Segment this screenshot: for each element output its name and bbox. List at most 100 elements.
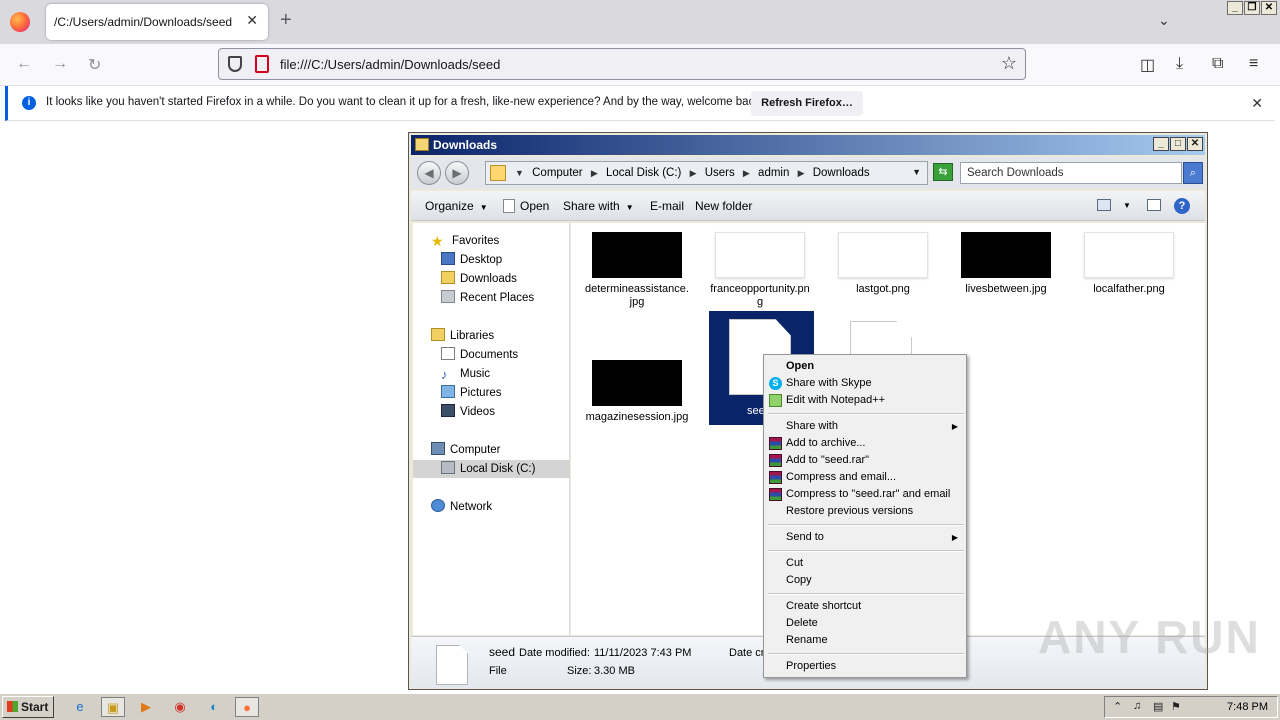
menu-item-open[interactable]: Open [766, 358, 964, 375]
maximize-icon[interactable]: □ [1170, 137, 1186, 151]
nav-network[interactable]: Network [431, 498, 492, 516]
file-thumbnail[interactable] [1084, 232, 1174, 278]
show-hidden-icons-icon[interactable]: ⌃ [1113, 700, 1122, 713]
breadcrumb-separator-icon[interactable]: ▶ [798, 168, 805, 178]
address-dropdown-icon[interactable]: ▼ [912, 167, 921, 177]
forward-icon[interactable]: → [52, 55, 68, 73]
menu-item-share-with[interactable]: Share with ▶ [766, 418, 964, 435]
nav-desktop[interactable]: Desktop [441, 251, 502, 269]
extensions-icon[interactable]: ⧉ [1212, 55, 1223, 73]
tab-close-icon[interactable]: ✕ [246, 12, 258, 29]
file-thumbnail[interactable] [592, 232, 682, 278]
close-window-icon[interactable]: ✕ [1187, 137, 1203, 151]
explorer-taskbar-icon[interactable]: ▣ [101, 697, 125, 717]
internet-explorer-icon[interactable]: e [68, 697, 92, 717]
preview-pane-icon[interactable] [1147, 199, 1161, 211]
menu-item-compress-email[interactable]: Compress and email... [766, 469, 964, 486]
change-view-icon[interactable] [1097, 199, 1111, 211]
file-thumbnail[interactable] [592, 360, 682, 406]
clock[interactable]: 7:48 PM [1227, 701, 1268, 713]
breadcrumb-separator-icon[interactable]: ▼ [515, 168, 524, 178]
breadcrumb-downloads[interactable]: Downloads [813, 167, 870, 179]
start-button[interactable]: Start [2, 696, 54, 718]
nav-libraries[interactable]: Libraries [431, 327, 494, 345]
network-tray-icon[interactable]: ▤ [1153, 700, 1163, 713]
new-folder-button[interactable]: New folder [695, 199, 752, 213]
menu-item-rename[interactable]: Rename [766, 632, 964, 649]
explorer-titlebar[interactable]: Downloads _ □ ✕ [411, 135, 1205, 155]
file-name[interactable]: franceopportunity.png [708, 283, 812, 309]
file-name[interactable]: localfather.png [1077, 283, 1181, 296]
minimize-icon[interactable]: _ [1153, 137, 1169, 151]
menu-item-cut[interactable]: Cut [766, 555, 964, 572]
page-info-icon[interactable] [255, 55, 269, 73]
menu-item-compress-seed-email[interactable]: Compress to "seed.rar" and email [766, 486, 964, 503]
organize-button[interactable]: Organize ▼ [425, 199, 488, 213]
action-center-flag-icon[interactable]: ⚑ [1171, 700, 1181, 713]
downloads-icon[interactable]: ⤓ [1176, 55, 1183, 73]
breadcrumb-local-disk[interactable]: Local Disk (C:) [606, 167, 681, 179]
file-name[interactable]: determineassistance.jpg [585, 283, 689, 309]
search-icon[interactable]: ⌕ [1183, 162, 1203, 184]
file-thumbnail[interactable] [838, 232, 928, 278]
open-button[interactable]: Open [503, 199, 549, 213]
menu-item-delete[interactable]: Delete [766, 615, 964, 632]
menu-item-add-archive[interactable]: Add to archive... [766, 435, 964, 452]
menu-item-restore-versions[interactable]: Restore previous versions [766, 503, 964, 520]
address-bar[interactable]: ▼ Computer ▶ Local Disk (C:) ▶ Users ▶ a… [485, 161, 928, 185]
chrome-icon[interactable]: ◉ [168, 697, 192, 717]
breadcrumb-users[interactable]: Users [705, 167, 735, 179]
refresh-icon[interactable]: ⇆ [933, 163, 953, 181]
help-icon[interactable]: ? [1174, 198, 1190, 214]
nav-videos[interactable]: Videos [441, 403, 495, 421]
volume-icon[interactable]: ♫ [1133, 700, 1141, 712]
list-all-tabs-icon[interactable]: ⌄ [1158, 12, 1170, 29]
close-window-icon[interactable]: ✕ [1261, 1, 1277, 15]
breadcrumb-computer[interactable]: Computer [532, 167, 583, 179]
url-text[interactable]: file:///C:/Users/admin/Downloads/seed [280, 57, 500, 72]
menu-item-edit-notepad[interactable]: Edit with Notepad++ [766, 392, 964, 409]
nav-downloads[interactable]: Downloads [441, 270, 517, 288]
notification-close-icon[interactable]: ✕ [1251, 95, 1263, 112]
menu-item-properties[interactable]: Properties [766, 658, 964, 675]
restore-icon[interactable]: ❐ [1244, 1, 1260, 15]
edge-icon[interactable]: ◐ [202, 697, 226, 717]
new-tab-icon[interactable]: + [280, 10, 292, 30]
nav-documents[interactable]: Documents [441, 346, 518, 364]
view-options-icon[interactable]: ▼ [1123, 201, 1131, 210]
menu-icon[interactable]: ≡ [1249, 55, 1258, 73]
tracking-shield-icon[interactable] [228, 56, 242, 72]
breadcrumb-separator-icon[interactable]: ▶ [591, 168, 598, 178]
nav-music[interactable]: ♪ Music [441, 365, 490, 383]
file-name[interactable]: lastgot.png [831, 283, 935, 296]
file-thumbnail[interactable] [715, 232, 805, 278]
url-bar[interactable]: file:///C:/Users/admin/Downloads/seed ☆ [218, 48, 1026, 80]
share-with-button[interactable]: Share with ▼ [563, 199, 634, 213]
minimize-icon[interactable]: _ [1227, 1, 1243, 15]
nav-favorites[interactable]: ★ Favorites [431, 232, 499, 250]
file-name[interactable]: magazinesession.jpg [585, 411, 689, 424]
pocket-icon[interactable]: ◫ [1140, 55, 1155, 75]
menu-item-send-to[interactable]: Send to ▶ [766, 529, 964, 546]
back-icon[interactable]: ← [16, 55, 32, 73]
nav-local-disk[interactable]: Local Disk (C:) [441, 460, 535, 478]
media-player-icon[interactable]: ▶ [134, 697, 158, 717]
nav-computer[interactable]: Computer [431, 441, 501, 459]
file-thumbnail[interactable] [961, 232, 1051, 278]
menu-item-copy[interactable]: Copy [766, 572, 964, 589]
file-name[interactable]: livesbetween.jpg [954, 283, 1058, 296]
forward-icon[interactable]: ▶ [445, 161, 469, 185]
firefox-taskbar-icon[interactable]: ● [235, 697, 259, 717]
browser-tab[interactable]: /C:/Users/admin/Downloads/seed ✕ [46, 4, 268, 40]
refresh-firefox-button[interactable]: Refresh Firefox… [751, 91, 863, 116]
breadcrumb-admin[interactable]: admin [758, 167, 789, 179]
email-button[interactable]: E-mail [650, 199, 684, 213]
nav-recent-places[interactable]: Recent Places [441, 289, 534, 307]
back-icon[interactable]: ◀ [417, 161, 441, 185]
breadcrumb-separator-icon[interactable]: ▶ [690, 168, 697, 178]
search-input[interactable]: Search Downloads [960, 162, 1182, 184]
menu-item-share-skype[interactable]: S Share with Skype [766, 375, 964, 392]
nav-pictures[interactable]: Pictures [441, 384, 502, 402]
bookmark-star-icon[interactable]: ☆ [1001, 53, 1017, 74]
menu-item-create-shortcut[interactable]: Create shortcut [766, 598, 964, 615]
